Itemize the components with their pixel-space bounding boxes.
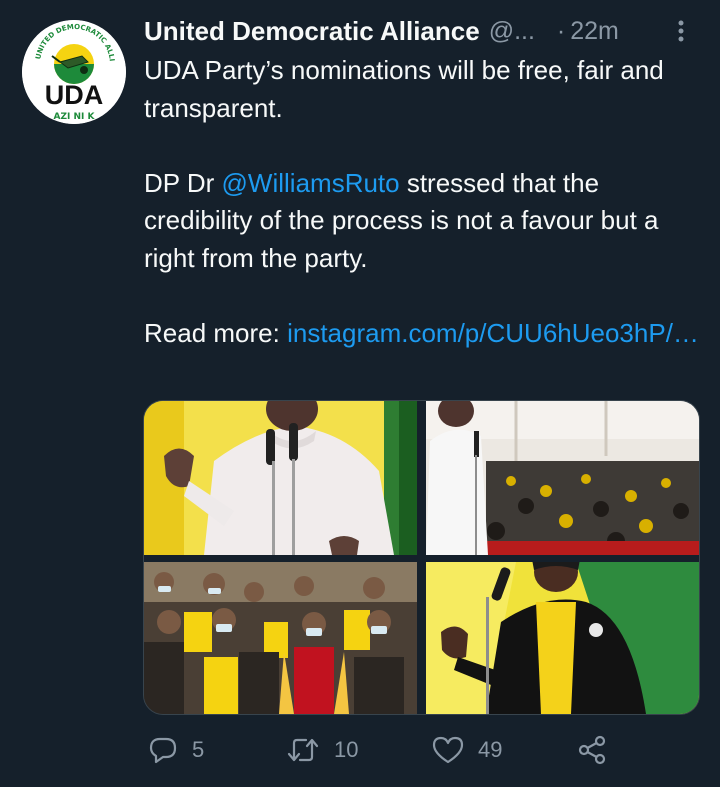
share-button[interactable] [576, 730, 622, 770]
separator-dot: · [556, 16, 566, 45]
avatar-logo-text: UDA [45, 80, 104, 110]
reply-button[interactable]: 5 [148, 730, 204, 770]
avatar[interactable]: UNITED DEMOCRATIC ALLIANCE UDA AZI NI K [22, 20, 126, 124]
retweet-button[interactable]: 10 [286, 730, 358, 770]
display-name[interactable]: United Democratic Alliance [144, 16, 480, 47]
retweet-icon [287, 738, 319, 762]
tweet[interactable]: UNITED DEMOCRATIC ALLIANCE UDA AZI NI K … [0, 0, 720, 787]
avatar-motto-text: AZI NI K [54, 112, 96, 122]
woman-speaker-photo[interactable] [426, 562, 699, 714]
read-more-label: Read more: [144, 317, 288, 348]
tweet-header: United Democratic Alliance @... · 22m [144, 14, 704, 48]
retweet-count: 10 [334, 737, 359, 762]
heart-icon [432, 736, 464, 764]
reply-count: 5 [192, 737, 205, 762]
speaker-and-audience-tent-photo[interactable] [426, 401, 699, 555]
tweet-text: UDA Party’s nominations will be free, fa… [144, 52, 704, 352]
uda-logo-icon: UNITED DEMOCRATIC ALLIANCE UDA AZI NI K [22, 20, 126, 124]
reply-icon [149, 737, 177, 764]
seated-audience-masks-photo[interactable] [144, 562, 417, 714]
more-options-icon[interactable] [666, 16, 696, 46]
share-icon [578, 735, 606, 765]
tweet-actions: 5 10 49 [144, 730, 614, 770]
mention-link[interactable]: @WilliamsRuto [222, 168, 400, 198]
handle[interactable]: @... [489, 17, 535, 46]
media-grid [143, 400, 700, 715]
tweet-text-prefix: DP Dr [144, 167, 222, 198]
external-link[interactable]: instagram.com/p/CUU6hUeo3hP/… [287, 318, 699, 348]
like-count: 49 [478, 737, 503, 762]
tweet-text-line-2: DP Dr @WilliamsRuto stressed that the cr… [144, 165, 704, 278]
like-button[interactable]: 49 [432, 730, 502, 770]
tweet-text-line-3: Read more: instagram.com/p/CUU6hUeo3hP/… [144, 315, 704, 353]
speaker-at-podium-photo[interactable] [144, 401, 417, 555]
tweet-text-line-1: UDA Party’s nominations will be free, fa… [144, 55, 664, 123]
timestamp[interactable]: 22m [570, 17, 619, 46]
